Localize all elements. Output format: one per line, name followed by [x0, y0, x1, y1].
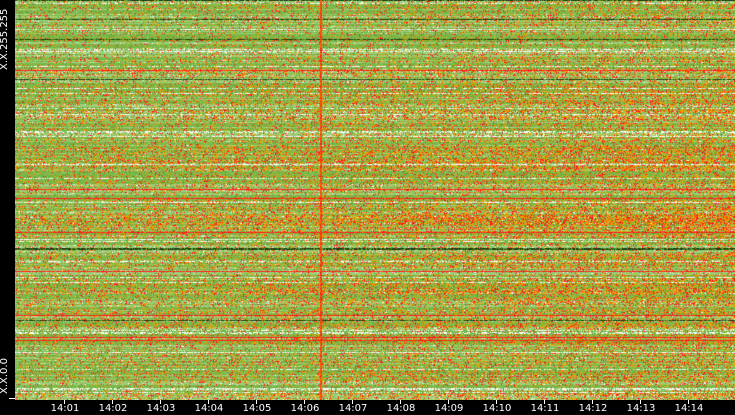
x-tick-label: 14:07 — [338, 403, 368, 414]
x-tick-label: 14:10 — [482, 403, 512, 414]
x-tick-label: 14:08 — [386, 403, 416, 414]
x-tick-label: 14:11 — [530, 403, 560, 414]
x-tick-label: 14:01 — [50, 403, 80, 414]
x-tick-label: 14:14 — [674, 403, 704, 414]
x-tick-label: 14:09 — [434, 403, 464, 414]
x-tick-label: 14:04 — [194, 403, 224, 414]
y-axis-marker — [9, 398, 15, 399]
x-tick-label: 14:05 — [242, 403, 272, 414]
x-tick-label: 14:12 — [578, 403, 608, 414]
x-tick-label: 14:13 — [626, 403, 656, 414]
heatmap-plot-area — [15, 0, 735, 400]
x-tick-label: 14:02 — [98, 403, 128, 414]
x-tick-label: 14:03 — [146, 403, 176, 414]
x-tick-label: 14:06 — [290, 403, 320, 414]
heatmap-canvas — [15, 0, 735, 400]
y-label-top: X.X.255.255 — [0, 8, 10, 70]
y-label-bottom: X.X.0.0 — [0, 358, 10, 394]
